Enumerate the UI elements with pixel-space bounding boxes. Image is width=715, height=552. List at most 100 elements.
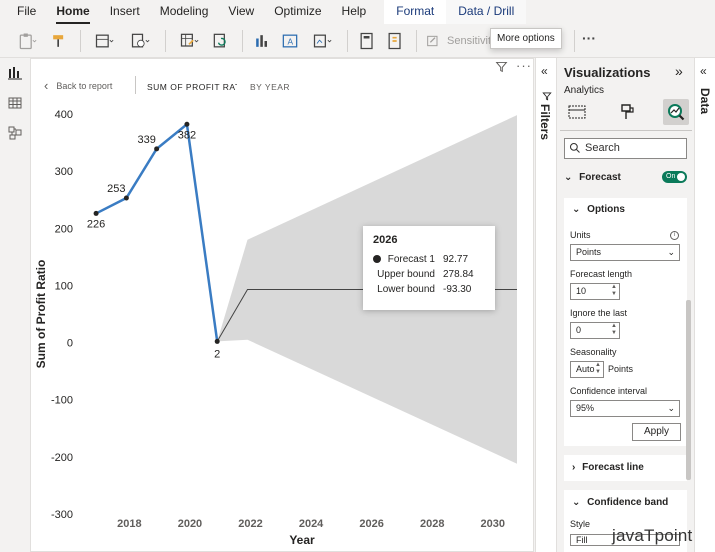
expand-filters-icon[interactable]: « xyxy=(541,64,548,78)
y-tick-label: 300 xyxy=(55,166,73,178)
chevron-down-icon: ⌄ xyxy=(564,172,573,183)
collapse-pane-icon[interactable]: » xyxy=(675,63,683,79)
seasonality-stepper[interactable]: Auto ▲ ▼ xyxy=(570,361,604,378)
options-header[interactable]: ⌄ Options xyxy=(564,198,687,221)
ignore-last-stepper[interactable]: 0 ▲ ▼ xyxy=(570,322,620,339)
confidence-interval-label: Confidence interval xyxy=(570,386,648,396)
view-rail xyxy=(0,58,30,552)
tab-file[interactable]: File xyxy=(0,0,46,24)
calculator-icon xyxy=(360,32,373,49)
ribbon-tabs: File Home Insert Modeling View Optimize … xyxy=(0,0,715,24)
options-card: ⌄ Options Units i Points ⌄ Forecast leng… xyxy=(564,198,687,446)
paste-button[interactable] xyxy=(10,28,44,54)
analytics-tab[interactable] xyxy=(663,99,689,125)
tab-insert[interactable]: Insert xyxy=(100,0,150,24)
ignore-last-value: 0 xyxy=(576,325,582,335)
units-dropdown[interactable]: Points ⌄ xyxy=(570,244,680,261)
build-visual-tab[interactable] xyxy=(564,99,590,125)
tooltip-year: 2026 xyxy=(373,234,398,246)
tab-data-drill[interactable]: Data / Drill xyxy=(446,0,527,24)
analytics-subtitle: Analytics xyxy=(564,85,605,96)
chevron-down-icon: ⌄ xyxy=(572,497,581,508)
style-label: Style xyxy=(570,519,591,529)
search-input[interactable]: Search xyxy=(564,138,687,159)
tab-view[interactable]: View xyxy=(218,0,264,24)
tab-format[interactable]: Format xyxy=(384,0,447,24)
stepper-arrows-icon[interactable]: ▲ ▼ xyxy=(595,362,601,376)
tab-help[interactable]: Help xyxy=(332,0,377,24)
x-tick-label: 2018 xyxy=(117,518,141,530)
confidence-interval-dropdown[interactable]: 95% ⌄ xyxy=(570,400,680,417)
svg-text:A: A xyxy=(288,36,294,46)
refresh-button[interactable] xyxy=(208,28,234,54)
ribbon-toolbar: A Sensitivity ⌄ n ··· xyxy=(0,24,715,58)
apply-button[interactable]: Apply xyxy=(632,423,681,441)
confidence-band-header[interactable]: ⌄ Confidence band xyxy=(564,490,687,514)
forecast-line-card[interactable]: › Forecast line xyxy=(564,455,687,481)
forecast-toggle[interactable]: On xyxy=(662,171,687,183)
data-point xyxy=(154,146,160,152)
more-options-tooltip: More options xyxy=(490,28,562,49)
tab-home[interactable]: Home xyxy=(46,0,99,24)
data-label: 253 xyxy=(107,183,125,195)
forecast-line-header[interactable]: › Forecast line xyxy=(564,455,687,479)
recent-sources-button[interactable] xyxy=(123,28,157,54)
forecast-length-label: Forecast length xyxy=(570,269,633,279)
visual-filter-icon[interactable] xyxy=(495,60,508,78)
breadcrumb-axis: BY YEAR xyxy=(250,82,291,92)
back-to-report-link[interactable]: ‹ Back to report xyxy=(44,78,112,93)
text-box-button[interactable]: A xyxy=(277,28,303,54)
visual-more-options-button[interactable]: ··· xyxy=(516,58,532,73)
data-point xyxy=(184,121,190,127)
chevron-down-icon: ⌄ xyxy=(572,204,581,215)
model-view-button[interactable] xyxy=(0,118,30,148)
tooltip-label: Lower bound xyxy=(377,284,435,295)
y-tick-label: 400 xyxy=(55,109,73,121)
options-label: Options xyxy=(587,204,625,215)
filters-pane[interactable]: « Filters xyxy=(535,58,557,552)
format-painter-button[interactable] xyxy=(46,28,72,54)
pane-scrollbar[interactable] xyxy=(686,300,691,480)
new-measure-button[interactable] xyxy=(354,28,380,54)
tab-modeling[interactable]: Modeling xyxy=(150,0,219,24)
tooltip-row-lower: Lower bound -93.30 xyxy=(373,282,485,297)
get-data-button[interactable] xyxy=(87,28,121,54)
bar-chart-icon xyxy=(256,34,267,47)
seasonality-label: Seasonality xyxy=(570,347,617,357)
quick-measure-button[interactable] xyxy=(382,28,408,54)
more-visuals-button[interactable] xyxy=(305,28,339,54)
toolbar-divider xyxy=(347,29,348,52)
data-pane[interactable]: « Data xyxy=(694,58,715,552)
stepper-arrows-icon[interactable]: ▲ ▼ xyxy=(611,323,617,337)
sensitivity-icon xyxy=(427,35,438,46)
data-label: 382 xyxy=(178,129,196,141)
y-tick-label: -300 xyxy=(51,509,73,521)
data-point xyxy=(214,338,220,344)
series-dot-icon xyxy=(373,255,381,263)
back-to-report-label: Back to report xyxy=(56,80,113,91)
paint-roller-icon xyxy=(620,104,634,119)
expand-data-icon[interactable]: « xyxy=(700,64,707,78)
forecast-section-header[interactable]: ⌄ Forecast xyxy=(564,172,621,183)
tooltip-row-upper: Upper bound 278.84 xyxy=(373,267,485,282)
x-axis-title: Year xyxy=(289,533,315,547)
table-view-button[interactable] xyxy=(0,88,30,118)
chevron-left-icon: ‹ xyxy=(44,78,49,93)
stepper-arrows-icon[interactable]: ▲ ▼ xyxy=(611,284,617,298)
transform-data-button[interactable] xyxy=(172,28,206,54)
report-view-button[interactable] xyxy=(0,58,30,88)
forecast-length-stepper[interactable]: 10 ▲ ▼ xyxy=(570,283,620,300)
forecast-line-label: Forecast line xyxy=(582,462,644,473)
more-commands-button[interactable]: ··· xyxy=(582,30,596,46)
filters-label: Filters xyxy=(538,104,552,141)
toolbar-divider xyxy=(416,29,417,52)
chevron-down-icon: ⌄ xyxy=(667,247,675,257)
forecast-line-chart: 400 300 200 100 0 -100 -200 -300 2018 2020 2022 202… xyxy=(34,109,517,547)
tab-optimize[interactable]: Optimize xyxy=(264,0,331,24)
report-view-icon xyxy=(8,67,22,80)
x-tick-label: 2024 xyxy=(299,518,324,530)
format-visual-tab[interactable] xyxy=(614,99,640,125)
info-icon[interactable]: i xyxy=(670,231,679,240)
new-visual-button[interactable] xyxy=(249,28,275,54)
search-placeholder: Search xyxy=(585,142,620,154)
